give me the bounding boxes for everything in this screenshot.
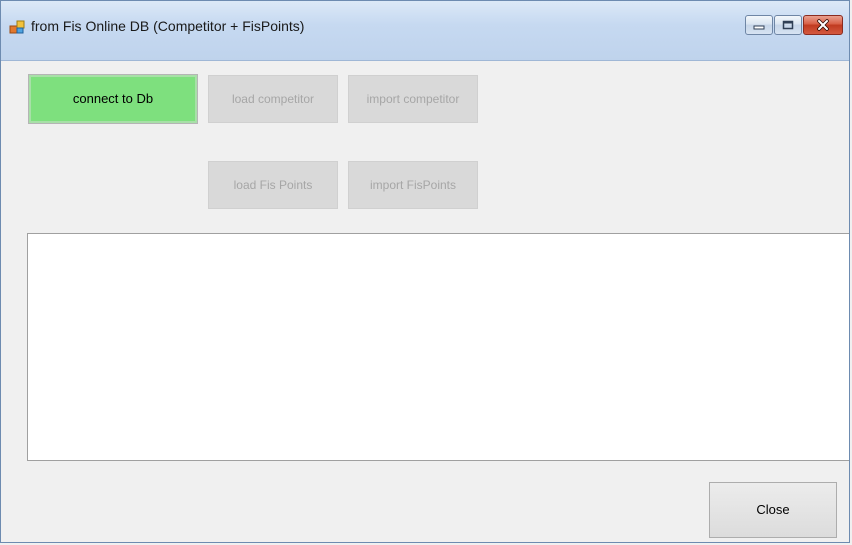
- import-fis-points-button[interactable]: import FisPoints: [348, 161, 478, 209]
- log-output-box[interactable]: [27, 233, 849, 461]
- maximize-button[interactable]: [774, 15, 802, 35]
- window-close-button[interactable]: [803, 15, 843, 35]
- client-area: connect to Db load competitor import com…: [9, 61, 849, 538]
- load-competitor-button[interactable]: load competitor: [208, 75, 338, 123]
- minimize-icon: [753, 25, 765, 30]
- app-window-icon: [9, 20, 25, 34]
- connect-db-button[interactable]: connect to Db: [28, 74, 198, 124]
- title-bar[interactable]: from Fis Online DB (Competitor + FisPoin…: [1, 1, 849, 61]
- window-title: from Fis Online DB (Competitor + FisPoin…: [31, 18, 305, 34]
- load-fis-points-button[interactable]: load Fis Points: [208, 161, 338, 209]
- dialog-window: from Fis Online DB (Competitor + FisPoin…: [0, 0, 850, 543]
- maximize-icon: [782, 20, 794, 30]
- minimize-button[interactable]: [745, 15, 773, 35]
- close-icon: [817, 19, 829, 31]
- close-button[interactable]: Close: [709, 482, 837, 538]
- import-competitor-button[interactable]: import competitor: [348, 75, 478, 123]
